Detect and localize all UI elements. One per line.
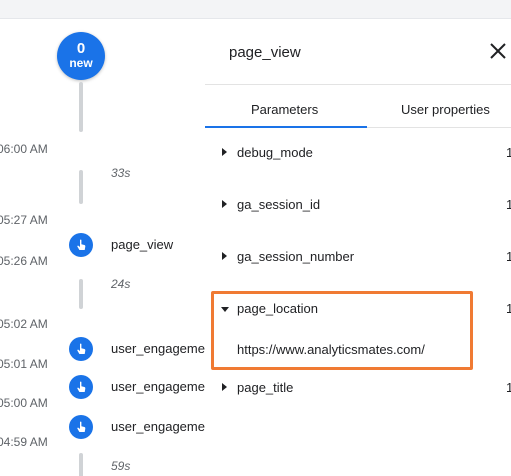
panel-title: page_view — [229, 44, 301, 61]
caret-right-icon — [222, 148, 227, 156]
param-name: ga_session_id — [237, 197, 321, 212]
new-events-label: new — [69, 56, 93, 70]
param-count: 1 — [506, 380, 511, 395]
top-toolbar — [0, 0, 511, 19]
timestamp: 05:01 AM — [0, 357, 48, 371]
param-count: 1 — [506, 249, 511, 264]
timeline-line — [79, 170, 83, 204]
event-item[interactable]: user_engagement — [111, 379, 205, 394]
timestamp: 06:00 AM — [0, 142, 48, 156]
param-name: page_title — [237, 380, 294, 395]
new-events-count: 0 — [76, 40, 86, 57]
tab-user-properties[interactable]: User properties — [401, 102, 490, 117]
timestamp: 05:00 AM — [0, 396, 48, 410]
event-details-panel: page_view Parameters User properties deb… — [205, 19, 511, 476]
touch-icon[interactable] — [69, 233, 93, 257]
touch-icon[interactable] — [69, 337, 93, 361]
event-timeline: 0 new 06:00 AM 05:27 AM 05:26 AM 05:02 A… — [0, 19, 205, 476]
timeline-line — [79, 453, 83, 476]
param-row-ga-session-number[interactable]: ga_session_number 1 — [205, 247, 511, 269]
param-count: 1 — [506, 301, 511, 316]
touch-icon[interactable] — [69, 415, 93, 439]
timestamp: 05:27 AM — [0, 213, 48, 227]
event-item[interactable]: user_engagement — [111, 419, 205, 434]
event-item[interactable]: page_view — [111, 237, 205, 252]
param-name: debug_mode — [237, 145, 313, 160]
param-count: 1 — [506, 197, 511, 212]
param-row-ga-session-id[interactable]: ga_session_id 1 — [205, 195, 511, 217]
timestamp: 05:02 AM — [0, 317, 48, 331]
param-row-page-title[interactable]: page_title 1 — [205, 378, 511, 400]
touch-icon[interactable] — [69, 375, 93, 399]
event-item[interactable]: user_engagement — [111, 341, 205, 356]
timestamp: 04:59 AM — [0, 435, 48, 449]
param-row-debug-mode[interactable]: debug_mode 1 — [205, 143, 511, 165]
highlight-box — [211, 291, 473, 370]
tab-parameters[interactable]: Parameters — [251, 102, 318, 117]
active-tab-indicator — [205, 126, 367, 128]
close-icon[interactable] — [488, 41, 508, 61]
caret-right-icon — [222, 252, 227, 260]
param-count: 1 — [506, 145, 511, 160]
time-gap: 59s — [111, 459, 131, 473]
timestamp: 05:26 AM — [0, 254, 48, 268]
time-gap: 24s — [111, 277, 131, 291]
divider — [205, 84, 511, 85]
timeline-line — [79, 82, 83, 132]
param-name: ga_session_number — [237, 249, 355, 264]
timeline-line — [79, 279, 83, 309]
new-events-badge[interactable]: 0 new — [57, 32, 105, 80]
caret-right-icon — [222, 200, 227, 208]
caret-right-icon — [222, 383, 227, 391]
time-gap: 33s — [111, 166, 131, 180]
